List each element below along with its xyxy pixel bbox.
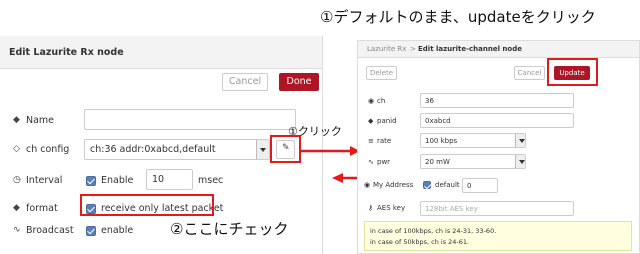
ch-input[interactable]: 36 [420,93,574,108]
my-address-default-label: default [435,181,460,189]
aes-key-label: AES key [377,204,406,212]
breadcrumb-parent[interactable]: Lazurite Rx [367,45,406,53]
aes-key-input[interactable]: 128bit AES key [420,201,574,216]
info-line: in case of 100kbps, ch is 24-31, 33-60. [370,227,497,235]
aes-key-placeholder: 128bit AES key [425,205,478,213]
rate-select[interactable]: 100 kbps [420,133,526,148]
pwr-value: 20 mW [425,158,450,166]
target-icon: ◉ [368,97,375,105]
chevron-down-icon [515,155,525,168]
my-address-label: My Address [373,181,414,189]
target-icon: ◉ [364,181,371,189]
ch-value: 36 [425,97,434,105]
my-address-input[interactable]: 0 [462,178,498,193]
list-icon: ≡ [368,137,374,145]
info-line: in case of 50kbps, ch is 24-61. [370,238,470,246]
tag-icon: ◆ [368,117,374,125]
chevron-down-icon [515,134,525,147]
info-box: in case of 100kbps, ch is 24-31, 33-60. … [364,221,632,251]
arrow-to-channel-dialog [301,146,360,156]
ch-label: ch [377,97,386,105]
dialog-title: Edit lazurite-channel node [418,45,522,53]
my-address-value: 0 [467,182,472,190]
panid-input[interactable]: 0xabcd [420,113,574,128]
panid-label: panid [377,117,397,125]
delete-button[interactable]: Delete [366,66,397,80]
breadcrumb-separator: > [410,45,416,53]
dialog-header: Lazurite Rx > Edit lazurite-channel node [358,41,639,58]
pwr-label: pwr [377,158,391,166]
rate-value: 100 kbps [425,137,458,145]
panid-value: 0xabcd [425,117,451,125]
pwr-select[interactable]: 20 mW [420,154,526,169]
cancel-button[interactable]: Cancel [514,66,545,80]
update-highlight [547,58,598,86]
signal-icon: ∿ [368,158,374,166]
edit-lazurite-channel-dialog: Lazurite Rx > Edit lazurite-channel node… [357,40,640,254]
my-address-default-checkbox[interactable] [423,181,431,189]
rate-label: rate [377,137,392,145]
key-icon: ⚷ [368,204,374,212]
